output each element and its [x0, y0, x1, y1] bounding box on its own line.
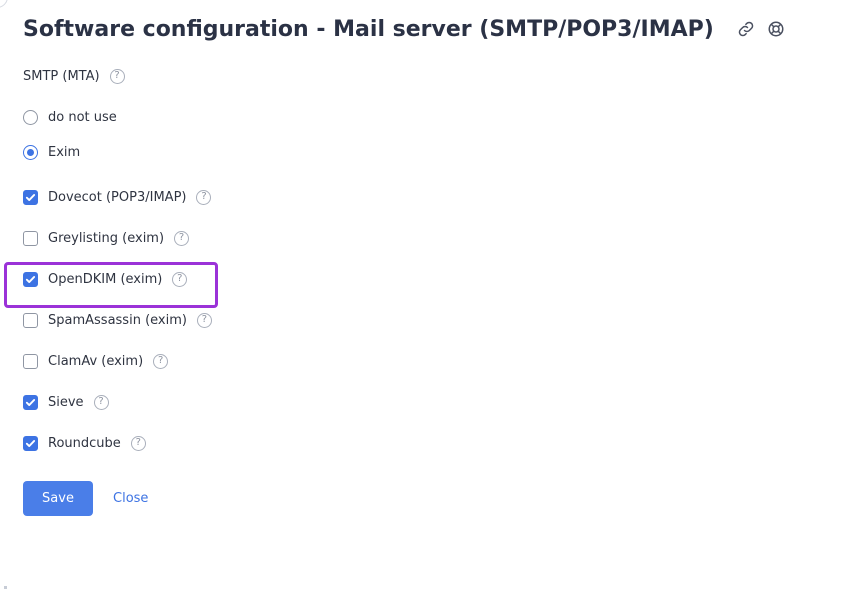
component-greylisting[interactable]: Greylisting (exim) ?: [23, 227, 190, 249]
component-spamassassin[interactable]: SpamAssassin (exim) ?: [23, 309, 212, 331]
component-opendkim[interactable]: OpenDKIM (exim) ?: [23, 268, 188, 290]
checkbox-label: Dovecot (POP3/IMAP): [48, 189, 187, 205]
smtp-option-do-not-use[interactable]: do not use: [23, 106, 117, 128]
link-icon[interactable]: [736, 19, 756, 39]
component-dovecot[interactable]: Dovecot (POP3/IMAP) ?: [23, 186, 212, 208]
checkbox-label: ClamAv (exim): [48, 353, 144, 369]
radio-do-not-use[interactable]: [23, 109, 38, 125]
save-button[interactable]: Save: [23, 481, 93, 516]
page: Software configuration - Mail server (SM…: [0, 0, 846, 590]
help-icon[interactable]: ?: [109, 68, 125, 84]
corner-decoration: [0, 0, 8, 8]
help-icon[interactable]: ?: [153, 353, 169, 369]
smtp-option-exim[interactable]: Exim: [23, 141, 80, 163]
radio-label: do not use: [48, 109, 117, 125]
checkbox-label: SpamAssassin (exim): [48, 312, 187, 328]
help-icon[interactable]: ?: [196, 189, 212, 205]
close-button[interactable]: Close: [113, 488, 148, 510]
help-icon[interactable]: ?: [172, 271, 188, 287]
help-icon[interactable]: ?: [93, 394, 109, 410]
smtp-section-label: SMTP (MTA) ?: [23, 66, 125, 86]
component-roundcube[interactable]: Roundcube ?: [23, 432, 146, 454]
help-icon[interactable]: ?: [130, 435, 146, 451]
checkbox-opendkim[interactable]: [23, 271, 38, 287]
page-header: Software configuration - Mail server (SM…: [23, 11, 786, 47]
radio-exim[interactable]: [23, 144, 38, 160]
help-icon[interactable]: ?: [196, 312, 212, 328]
help-center-icon[interactable]: [766, 19, 786, 39]
checkbox-label: Roundcube: [48, 435, 121, 451]
checkbox-label: Sieve: [48, 394, 84, 410]
checkbox-sieve[interactable]: [23, 394, 38, 410]
checkbox-spamassassin[interactable]: [23, 312, 38, 328]
help-icon[interactable]: ?: [174, 230, 190, 246]
checkbox-roundcube[interactable]: [23, 435, 38, 451]
page-title: Software configuration - Mail server (SM…: [23, 16, 714, 42]
checkbox-label: OpenDKIM (exim): [48, 271, 163, 287]
checkbox-dovecot[interactable]: [23, 189, 38, 205]
smtp-label: SMTP (MTA): [23, 68, 100, 84]
component-clamav[interactable]: ClamAv (exim) ?: [23, 350, 169, 372]
checkbox-label: Greylisting (exim): [48, 230, 165, 246]
component-sieve[interactable]: Sieve ?: [23, 391, 109, 413]
corner-dot: [4, 586, 7, 589]
radio-label: Exim: [48, 144, 81, 160]
checkbox-clamav[interactable]: [23, 353, 38, 369]
checkbox-greylisting[interactable]: [23, 230, 38, 246]
